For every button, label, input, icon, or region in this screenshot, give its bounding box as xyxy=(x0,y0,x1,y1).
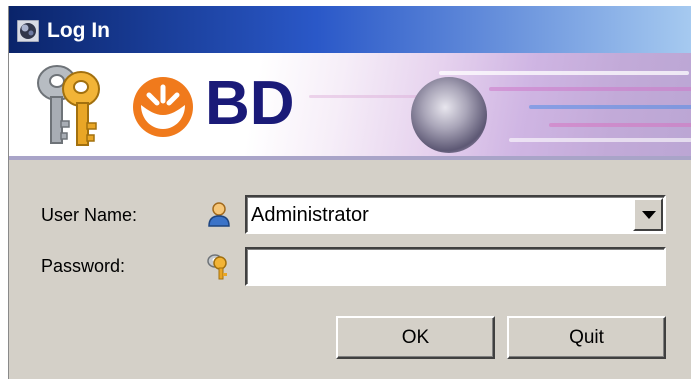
username-label: User Name: xyxy=(41,205,138,225)
username-value: Administrator xyxy=(251,204,369,226)
password-field[interactable] xyxy=(245,247,666,286)
key-icon xyxy=(207,254,227,280)
banner-orb xyxy=(411,77,487,153)
banner-streak xyxy=(309,95,429,98)
login-dialog: Log In BD User Name: Administrator Passw… xyxy=(8,6,691,379)
ok-button[interactable]: OK xyxy=(336,316,495,359)
bd-logo-text: BD xyxy=(205,69,295,138)
window-title: Log In xyxy=(47,19,110,42)
chevron-down-icon xyxy=(642,211,656,219)
banner-separator xyxy=(9,156,691,160)
banner-streak xyxy=(549,123,691,127)
banner-streak xyxy=(509,138,691,142)
username-dropdown-button[interactable] xyxy=(633,198,663,231)
username-select[interactable]: Administrator xyxy=(245,195,666,234)
app-icon xyxy=(17,20,39,42)
banner-streak xyxy=(439,71,689,75)
user-icon xyxy=(208,202,230,227)
bd-sunburst-logo xyxy=(133,77,193,137)
banner-streak xyxy=(529,105,691,109)
quit-button[interactable]: Quit xyxy=(507,316,666,359)
keys-icon xyxy=(37,65,100,146)
password-label: Password: xyxy=(41,256,126,276)
title-bar[interactable]: Log In xyxy=(9,6,691,53)
login-banner: BD xyxy=(9,53,691,156)
banner-streak xyxy=(489,87,691,91)
